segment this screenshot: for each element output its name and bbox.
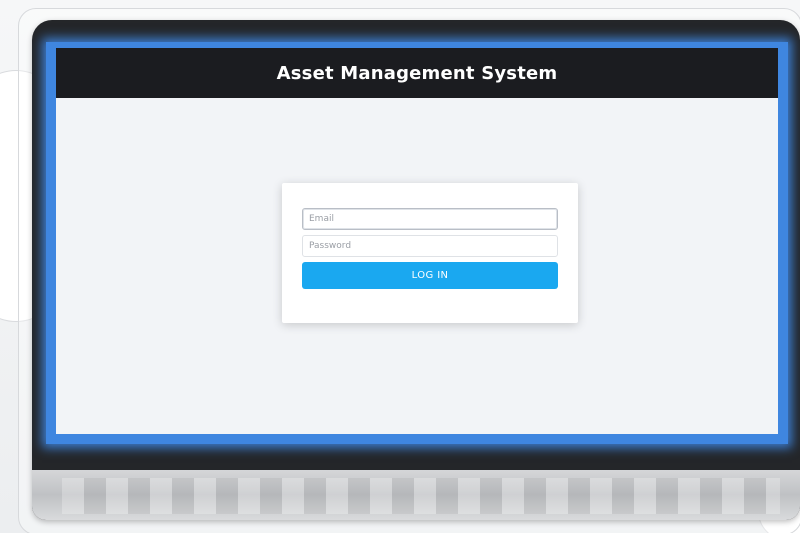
scene-background: Asset Management System LOG IN: [0, 0, 800, 533]
app-title: Asset Management System: [276, 62, 558, 84]
login-button[interactable]: LOG IN: [302, 262, 558, 289]
monitor: Asset Management System LOG IN: [32, 20, 800, 520]
password-field[interactable]: [302, 235, 558, 257]
monitor-chin: [32, 470, 800, 520]
monitor-chin-reflection: [62, 478, 780, 514]
email-field[interactable]: [302, 208, 558, 230]
app-screen: Asset Management System LOG IN: [56, 48, 778, 434]
login-card: LOG IN: [282, 183, 578, 323]
app-header: Asset Management System: [56, 48, 778, 98]
